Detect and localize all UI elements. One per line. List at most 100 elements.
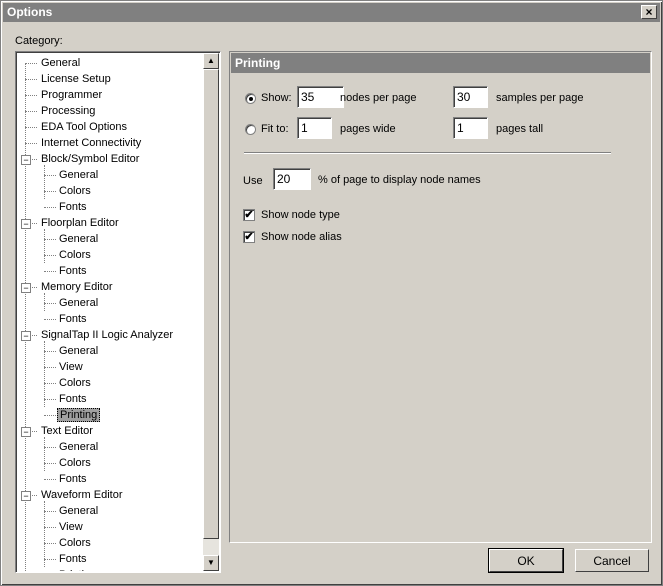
scroll-down-icon[interactable]: ▼ [203, 555, 219, 571]
cancel-button[interactable]: Cancel [575, 549, 649, 572]
tree-item[interactable]: Processing [39, 103, 97, 119]
collapse-icon[interactable]: − [21, 155, 31, 165]
tree-branch-line [44, 191, 56, 192]
tree-item[interactable]: Colors [57, 375, 93, 391]
show-node-alias-label: Show node alias [261, 231, 342, 243]
tree-item-label: SignalTap II Logic Analyzer [41, 329, 174, 341]
tree-branch-line [44, 319, 56, 320]
tree-item[interactable]: Block/Symbol Editor [39, 151, 141, 167]
tree-branch-line [25, 79, 37, 80]
window-title: Options [7, 5, 53, 19]
tree-item-label: Fonts [59, 553, 87, 565]
tree-item[interactable]: Memory Editor [39, 279, 115, 295]
tree-item[interactable]: Fonts [57, 311, 89, 327]
tree-item[interactable]: Floorplan Editor [39, 215, 121, 231]
panel-header: Printing [231, 53, 650, 73]
tree-item[interactable]: General [57, 167, 100, 183]
collapse-icon[interactable]: − [21, 219, 31, 229]
pages-tall-input[interactable] [453, 117, 488, 139]
tree-item-label: General [59, 505, 99, 517]
collapse-icon[interactable]: − [21, 491, 31, 501]
collapse-icon[interactable]: − [21, 331, 31, 341]
tree-child-line [44, 437, 45, 471]
show-label: Show: [261, 92, 292, 104]
checkmark-icon: ✔ [244, 231, 254, 243]
tree-branch-line [25, 143, 37, 144]
pages-wide-label: pages wide [340, 123, 396, 135]
tree-item-label: Floorplan Editor [41, 217, 119, 229]
ok-button[interactable]: OK [488, 548, 564, 573]
tree-item[interactable]: Text Editor [39, 423, 95, 439]
tree-item[interactable]: General [39, 55, 82, 71]
tree-item-label: General [59, 345, 99, 357]
tree-branch-line [44, 207, 56, 208]
node-names-percent-input[interactable] [273, 168, 311, 190]
tree-item-label: Colors [59, 377, 91, 389]
node-names-percent-label: % of page to display node names [318, 174, 481, 186]
tree-item-label: EDA Tool Options [41, 121, 128, 133]
tree-item-label: View [59, 521, 83, 533]
tree-item-label: Fonts [59, 473, 87, 485]
category-tree[interactable]: General License Setup Programmer Processing… [15, 51, 221, 573]
tree-item[interactable]: Colors [57, 535, 93, 551]
tree-item[interactable]: Programmer [39, 87, 104, 103]
tree-item[interactable]: General [57, 343, 100, 359]
tree-item-label: Fonts [59, 313, 87, 325]
tree-item-label: Internet Connectivity [41, 137, 142, 149]
tree-item[interactable]: Fonts [57, 199, 89, 215]
tree-branch-line [25, 127, 37, 128]
show-node-type-checkbox[interactable]: ✔ [243, 209, 255, 221]
tree-item-label: General [59, 297, 99, 309]
tree-branch-line [44, 239, 56, 240]
tree-item[interactable]: Colors [57, 183, 93, 199]
tree-item[interactable]: Printing [57, 567, 98, 571]
nodes-per-page-input[interactable] [297, 86, 344, 108]
tree-item-label: Fonts [59, 265, 87, 277]
tree-item[interactable]: Fonts [57, 391, 89, 407]
tree-item[interactable]: View [57, 519, 85, 535]
category-label: Category: [15, 35, 63, 47]
tree-item[interactable]: Fonts [57, 551, 89, 567]
tree-item-label: General [59, 441, 99, 453]
tree-item-label: Colors [59, 185, 91, 197]
pages-wide-input[interactable] [297, 117, 332, 139]
tree-item[interactable]: General [57, 439, 100, 455]
printing-panel: Printing Show: nodes per page samples pe… [229, 51, 652, 543]
tree-branch-line [44, 527, 56, 528]
tree-item[interactable]: General [57, 231, 100, 247]
fit-to-radio[interactable] [245, 124, 256, 135]
section-divider [244, 152, 611, 154]
tree-item[interactable]: Internet Connectivity [39, 135, 143, 151]
tree-item-label: Colors [59, 537, 91, 549]
tree-item[interactable]: Fonts [57, 471, 89, 487]
tree-branch-line [44, 367, 56, 368]
tree-branch-line [44, 271, 56, 272]
show-radio[interactable] [245, 93, 256, 104]
tree-item-label: Block/Symbol Editor [41, 153, 140, 165]
tree-item[interactable]: Printing [57, 407, 101, 423]
collapse-icon[interactable]: − [21, 427, 31, 437]
tree-item[interactable]: General [57, 503, 100, 519]
tree-item-label: Printing [57, 408, 101, 422]
samples-per-page-input[interactable] [453, 86, 488, 108]
tree-item[interactable]: Colors [57, 455, 93, 471]
scroll-up-icon[interactable]: ▲ [203, 53, 219, 69]
show-node-alias-checkbox[interactable]: ✔ [243, 231, 255, 243]
tree-branch-line [44, 383, 56, 384]
tree-item-label: Text Editor [41, 425, 93, 437]
tree-item[interactable]: Fonts [57, 263, 89, 279]
tree-item[interactable]: View [57, 359, 85, 375]
tree-item[interactable]: General [57, 295, 100, 311]
pages-tall-label: pages tall [496, 123, 544, 135]
tree-item[interactable]: Waveform Editor [39, 487, 125, 503]
checkmark-icon: ✔ [244, 209, 254, 221]
tree-branch-line [25, 63, 37, 64]
tree-item[interactable]: Colors [57, 247, 93, 263]
tree-item[interactable]: SignalTap II Logic Analyzer [39, 327, 175, 343]
collapse-icon[interactable]: − [21, 283, 31, 293]
tree-scrollbar[interactable]: ▲ ▼ [203, 53, 219, 571]
tree-item[interactable]: License Setup [39, 71, 113, 87]
close-icon[interactable]: × [641, 5, 657, 19]
tree-item[interactable]: EDA Tool Options [39, 119, 129, 135]
scroll-thumb[interactable] [203, 69, 219, 539]
